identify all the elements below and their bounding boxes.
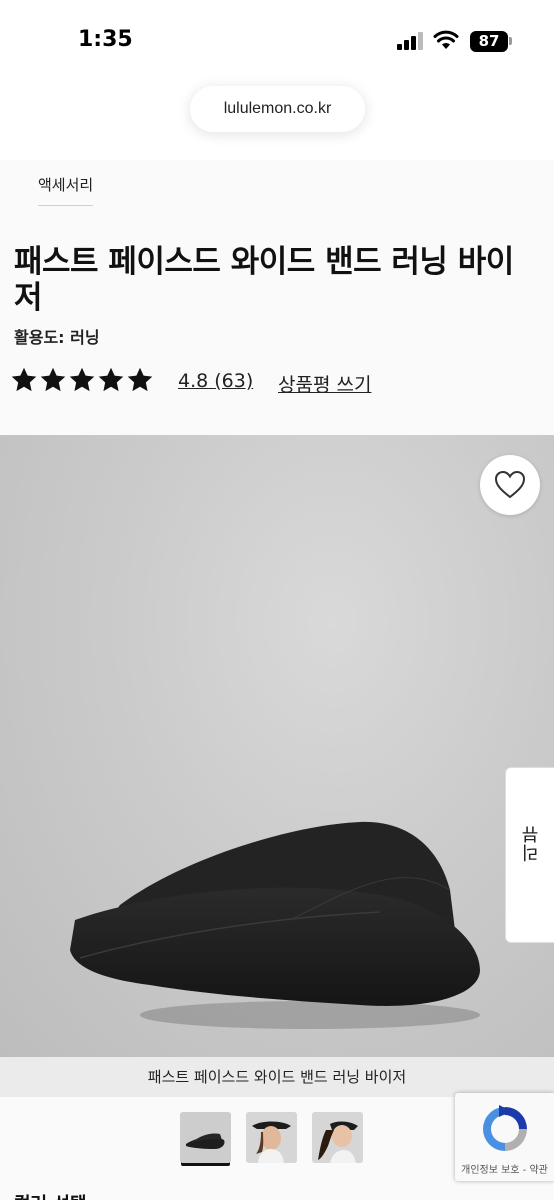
reviews-side-tab[interactable]: 리뷰 [505, 767, 554, 943]
battery-icon: 87 [470, 31, 508, 52]
write-review-link[interactable]: 상품평 쓰기 [278, 370, 371, 397]
star-icon [40, 367, 66, 392]
wifi-icon [433, 30, 459, 49]
thumbnail-model-front-image [246, 1112, 297, 1163]
color-select-label: 컬러 선택 [14, 1190, 87, 1200]
address-bar[interactable]: lululemon.co.kr [190, 86, 365, 132]
recaptcha-icon [483, 1105, 527, 1151]
signal-icon [397, 32, 423, 50]
thumbnail-model-back-image [312, 1112, 363, 1163]
status-bar: 1:35 87 [0, 0, 554, 80]
recaptcha-badge[interactable]: 개인정보 보호 - 약관 [455, 1093, 554, 1181]
thumbnail-1[interactable] [180, 1112, 231, 1163]
image-caption: 패스트 페이스드 와이드 밴드 러닝 바이저 [0, 1057, 554, 1097]
product-image[interactable]: 리뷰 [0, 435, 554, 1057]
review-count: (63) [214, 370, 254, 392]
thumbnail-strip [180, 1112, 363, 1163]
star-icon [98, 367, 124, 392]
rating-summary-link[interactable]: 4.8 (63) [178, 370, 253, 392]
browser-address-area: lululemon.co.kr [0, 80, 554, 160]
thumbnail-3[interactable] [312, 1112, 363, 1163]
wishlist-button[interactable] [480, 455, 540, 515]
battery-level: 87 [478, 32, 500, 50]
thumbnail-visor-image [180, 1112, 231, 1163]
heart-icon [494, 470, 526, 499]
star-icon [69, 367, 95, 392]
breadcrumb[interactable]: 액세서리 [38, 174, 94, 206]
thumbnail-2[interactable] [246, 1112, 297, 1163]
status-time: 1:35 [78, 27, 133, 52]
product-title: 패스트 페이스드 와이드 밴드 러닝 바이저 [14, 244, 514, 316]
activity-label: 활용도: 러닝 [14, 328, 100, 347]
rating-value: 4.8 [178, 370, 209, 392]
rating-stars[interactable] [10, 366, 154, 398]
visor-image [70, 821, 480, 1029]
star-icon [127, 367, 153, 392]
product-page: 액세서리 패스트 페이스드 와이드 밴드 러닝 바이저 활용도: 러닝 4.8 … [0, 160, 554, 1200]
star-icon [11, 367, 37, 392]
battery-cap [509, 37, 512, 45]
recaptcha-privacy-terms[interactable]: 개인정보 보호 - 약관 [455, 1161, 554, 1176]
reviews-tab-label: 리뷰 [521, 826, 542, 862]
